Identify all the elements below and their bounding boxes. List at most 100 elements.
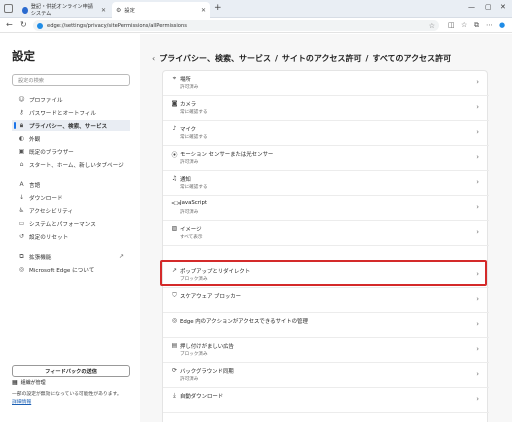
permission-label: 通知: [180, 177, 191, 183]
sidebar-item-default-browser[interactable]: ▣ 既定のブラウザー: [12, 146, 130, 157]
sidebar-item-label: プライバシー、検索、サービス: [29, 123, 108, 130]
learn-more-link[interactable]: 詳細情報: [12, 398, 31, 405]
tab-settings[interactable]: ⚙ 設定 ✕: [112, 2, 210, 18]
sidebar-item-passwords[interactable]: ⚷ パスワードとオートフィル: [12, 107, 130, 118]
maximize-icon[interactable]: ▢: [485, 3, 492, 11]
sidebar-item-extensions[interactable]: ⧉ 拡張機能 ↗: [12, 251, 130, 262]
managed-label: 組織が管理: [20, 380, 46, 386]
more-icon[interactable]: ⋯: [486, 21, 493, 29]
permissions-list: ⌖ 場所 許可済み › ◙ カメラ 常に確認する › ♪ マイク 常に確認する …: [162, 70, 489, 422]
sidebar-item-reset[interactable]: ↺ 設定のリセット: [12, 231, 130, 242]
download-icon: ↓: [18, 194, 25, 201]
managed-description: 一部の設定が無効になっている可能性があります。: [12, 392, 122, 397]
breadcrumb-site-permissions[interactable]: サイトのアクセス許可: [282, 53, 362, 64]
camera-icon: ◙: [171, 100, 178, 107]
extensions-icon: ⧉: [19, 252, 24, 260]
close-window-icon[interactable]: ✕: [500, 3, 506, 11]
breadcrumb-privacy[interactable]: プライバシー、検索、サービス: [159, 53, 271, 64]
feedback-button[interactable]: フィードバックの送信: [12, 365, 130, 377]
sidebar-item-accessibility[interactable]: ♿︎ アクセシビリティ: [12, 205, 130, 216]
chevron-right-icon: ›: [476, 103, 479, 111]
permission-location[interactable]: ⌖ 場所 許可済み ›: [163, 71, 489, 96]
settings-search-input[interactable]: 設定の検索: [12, 74, 130, 86]
new-tab-button[interactable]: +: [214, 3, 222, 13]
permission-scareware-blocker[interactable]: ⛉ スケアウェア ブロッカー ›: [163, 288, 489, 313]
sidebar-item-label: パスワードとオートフィル: [29, 110, 97, 117]
copilot-icon[interactable]: ●: [499, 21, 505, 29]
workspaces-icon[interactable]: [4, 4, 13, 13]
refresh-icon[interactable]: ↻: [20, 20, 27, 29]
chevron-right-icon: ›: [476, 270, 479, 278]
collections-icon[interactable]: ⧉: [474, 21, 479, 30]
chevron-right-icon: ›: [476, 128, 479, 136]
tab-registration[interactable]: 登記・供託オンライン申請システム ✕: [18, 2, 110, 18]
url-text: edge://settings/privacy/sitePermissions/…: [47, 22, 187, 29]
sync-icon: ⟳: [171, 367, 178, 374]
permission-label: JavaScript: [180, 200, 208, 206]
code-icon: <>: [171, 200, 182, 207]
download-icon: ⤓: [173, 392, 176, 399]
popup-icon: ↗: [171, 267, 178, 274]
permission-intrusive-ads[interactable]: ▤ 押し付けがましい広告 ブロック済み ›: [163, 338, 489, 363]
bell-icon: ♫: [171, 175, 178, 182]
permission-label: バックグラウンド同期: [180, 369, 234, 375]
chevron-right-icon: ›: [476, 320, 479, 328]
location-icon: ⌖: [172, 75, 177, 82]
permission-background-sync[interactable]: ⟳ バックグラウンド同期 許可済み ›: [163, 363, 489, 388]
reset-icon: ↺: [18, 233, 25, 240]
permission-label: モーション センサーまたは光センサー: [180, 152, 274, 158]
sidebar-item-appearance[interactable]: ◐ 外観: [12, 133, 130, 144]
permission-label: 押し付けがましい広告: [180, 344, 234, 350]
image-icon: ▨: [171, 225, 178, 232]
permission-popups-redirects[interactable]: ↗ ポップアップとリダイレクト ブロック済み ›: [163, 263, 489, 288]
sidebar-item-label: 既定のブラウザー: [29, 149, 74, 156]
permission-status: 許可済み: [180, 377, 199, 382]
sidebar-item-about[interactable]: ◎ Microsoft Edge について: [12, 264, 130, 275]
permission-motion-sensors[interactable]: ⦿ モーション センサーまたは光センサー 許可済み ›: [163, 146, 489, 171]
accessibility-icon: ♿︎: [18, 207, 25, 214]
permission-javascript[interactable]: <> JavaScript 許可済み ›: [163, 196, 489, 221]
close-icon[interactable]: ✕: [201, 7, 206, 14]
sidebar-item-label: システムとパフォーマンス: [29, 221, 96, 228]
sidebar-item-profile[interactable]: ☺ プロファイル: [12, 94, 130, 105]
appearance-icon: ◐: [18, 135, 25, 142]
permission-label: カメラ: [180, 102, 197, 108]
managed-notice: ▦ 組織が管理: [12, 379, 46, 386]
settings-sidebar: 設定 設定の検索 ☺ プロファイル ⚷ パスワードとオートフィル 🔒︎ プライバシー、…: [0, 34, 140, 422]
sidebar-item-privacy[interactable]: 🔒︎ プライバシー、検索、サービス: [12, 120, 130, 131]
chevron-right-icon: ›: [476, 395, 479, 403]
permission-notifications[interactable]: ♫ 通知 常に確認する ›: [163, 171, 489, 196]
sidebar-item-start-home[interactable]: ⌂ スタート、ホーム、新しいタブページ: [12, 159, 130, 170]
permission-camera[interactable]: ◙ カメラ 常に確認する ›: [163, 96, 489, 121]
address-bar[interactable]: edge://settings/privacy/sitePermissions/…: [33, 20, 439, 31]
permission-automatic-downloads[interactable]: ⤓ 自動ダウンロード ›: [163, 388, 489, 413]
site-favicon-icon: [22, 6, 28, 14]
chevron-right-icon: ›: [476, 295, 479, 303]
building-icon: ▦: [12, 379, 18, 386]
back-chevron-icon[interactable]: ‹: [152, 54, 155, 63]
sidebar-item-label: 言語: [29, 182, 41, 189]
favorites-icon[interactable]: ☆: [461, 21, 467, 29]
microphone-icon: ♪: [172, 125, 177, 132]
sidebar-item-label: ダウンロード: [29, 195, 63, 202]
system-icon: ▭: [18, 220, 25, 227]
split-screen-icon[interactable]: ◫: [448, 21, 455, 29]
external-link-icon: ↗: [118, 253, 124, 260]
favorite-star-icon[interactable]: ☆: [429, 22, 435, 30]
permission-label: Edge 内のアクションがアクセスできるサイトの管理: [180, 319, 308, 325]
permission-label: スケアウェア ブロッカー: [180, 294, 242, 300]
sidebar-item-system[interactable]: ▭ システムとパフォーマンス: [12, 218, 130, 229]
sidebar-item-downloads[interactable]: ↓ ダウンロード: [12, 192, 130, 203]
permission-label: 自動ダウンロード: [180, 394, 224, 400]
permission-edge-actions[interactable]: ◎ Edge 内のアクションがアクセスできるサイトの管理 ›: [163, 313, 489, 338]
tab-title: 登記・供託オンライン申請システム: [30, 4, 93, 17]
edge-icon: ◎: [18, 266, 25, 273]
sidebar-item-language[interactable]: A 言語: [12, 179, 130, 190]
permission-label: ポップアップとリダイレクト: [180, 269, 251, 275]
close-icon[interactable]: ✕: [101, 7, 106, 14]
permission-microphone[interactable]: ♪ マイク 常に確認する ›: [163, 121, 489, 146]
permission-images[interactable]: ▨ イメージ すべて表示 ›: [163, 221, 489, 246]
minimize-icon[interactable]: —: [468, 3, 475, 11]
lock-icon: 🔒︎: [19, 121, 24, 129]
back-icon[interactable]: ←: [6, 20, 13, 29]
